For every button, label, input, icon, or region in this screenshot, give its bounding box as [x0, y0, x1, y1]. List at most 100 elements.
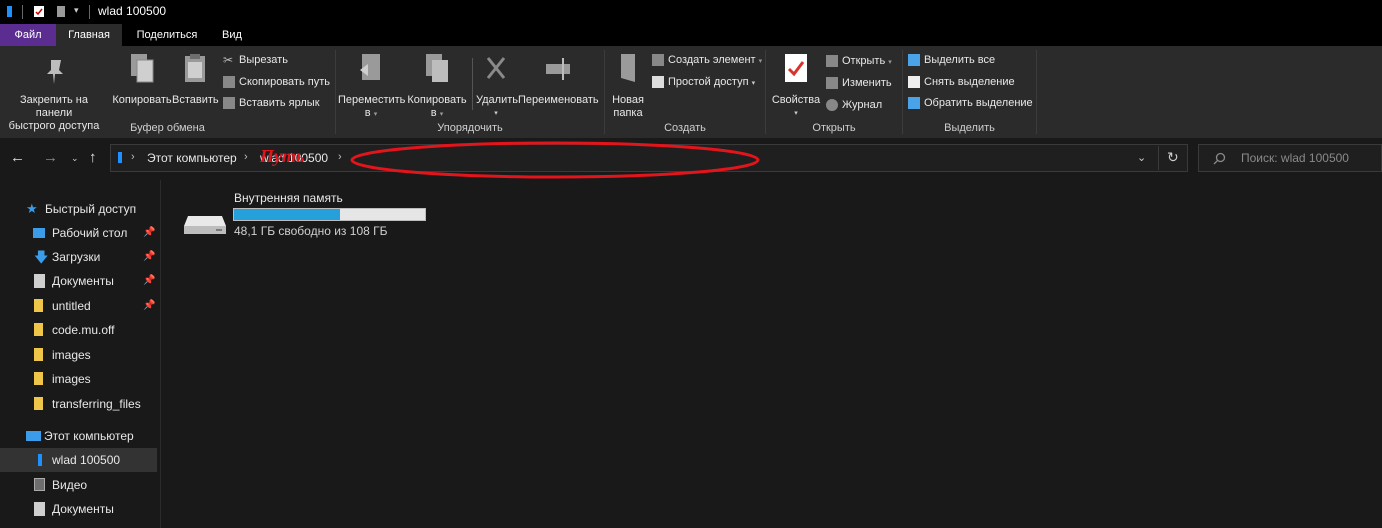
pin-icon[interactable]: 📌: [143, 245, 155, 269]
address-dropdown-chevron-icon[interactable]: ⌄: [1137, 151, 1146, 164]
invert-selection-button[interactable]: Обратить выделение: [908, 94, 1033, 112]
sidebar-item-videos[interactable]: Видео: [0, 473, 157, 497]
forward-arrow-icon[interactable]: →: [43, 149, 58, 166]
edit-button[interactable]: Изменить: [826, 74, 892, 92]
recent-locations-chevron-icon[interactable]: ⌄: [71, 153, 79, 164]
title-bar: ▾ wlad 100500: [0, 0, 1382, 24]
pin-icon[interactable]: 📌: [143, 269, 155, 293]
new-folder-icon: [621, 54, 635, 82]
star-icon: ★: [26, 201, 38, 216]
back-arrow-icon[interactable]: ←: [10, 149, 25, 166]
sidebar-item-folder[interactable]: untitled 📌: [0, 294, 157, 318]
copy-path-button[interactable]: Скопировать путь: [223, 73, 330, 91]
select-all-icon: [908, 54, 920, 67]
group-label-organize: Упорядочить: [437, 122, 503, 134]
drive-usage-fill: [234, 209, 340, 220]
properties-icon[interactable]: [33, 5, 45, 18]
copy-path-icon: [223, 76, 235, 89]
drive-name[interactable]: Внутренняя память: [234, 191, 343, 205]
sidebar-item-folder[interactable]: images: [0, 343, 157, 367]
breadcrumb-separator-icon[interactable]: ›: [131, 151, 135, 163]
sidebar-item-folder[interactable]: code.mu.off: [0, 318, 157, 342]
copy-button[interactable]: Копировать: [112, 52, 172, 107]
rename-button[interactable]: Переименовать: [518, 52, 599, 107]
history-label: Журнал: [842, 99, 883, 111]
tab-view[interactable]: Вид: [212, 24, 252, 46]
paste-shortcut-button[interactable]: Вставить ярлык: [223, 94, 320, 112]
select-none-button[interactable]: Снять выделение: [908, 73, 1015, 91]
new-folder-icon[interactable]: [55, 5, 67, 18]
folder-icon: [34, 323, 43, 336]
paste-button[interactable]: Вставить: [172, 52, 219, 107]
select-all-label: Выделить все: [924, 54, 996, 66]
sidebar-item-label: Документы: [52, 274, 114, 288]
sidebar-item-label: Документы: [52, 502, 114, 516]
sidebar-item-label: images: [52, 348, 91, 362]
sidebar-item-drive[interactable]: wlad 100500: [0, 448, 157, 472]
move-to-button[interactable]: Переместить в ▾: [338, 52, 406, 121]
sidebar-item-this-pc[interactable]: Этот компьютер: [0, 424, 157, 448]
properties-icon: [785, 54, 807, 82]
up-arrow-icon[interactable]: ↑: [89, 149, 97, 166]
copy-path-label: Скопировать путь: [239, 76, 330, 88]
drive-usage-bar: [233, 208, 426, 221]
edit-icon: [826, 77, 838, 90]
sidebar-item-downloads[interactable]: 🡇 Загрузки 📌: [0, 245, 157, 269]
explorer-icon: [7, 6, 12, 17]
computer-icon: [26, 431, 41, 441]
history-button[interactable]: Журнал: [826, 96, 882, 114]
tab-share[interactable]: Поделиться: [126, 24, 208, 46]
sidebar-item-label: wlad 100500: [52, 453, 121, 467]
paste-icon: [185, 54, 205, 82]
sidebar-item-desktop[interactable]: Рабочий стол 📌: [0, 221, 157, 245]
new-item-button[interactable]: Создать элемент ▾: [652, 51, 762, 69]
documents-icon: [34, 274, 45, 288]
open-button[interactable]: Открыть ▾: [826, 52, 892, 70]
rename-icon: [546, 58, 570, 80]
drive-icon[interactable]: [182, 210, 228, 236]
copy-to-label-line2: в: [430, 107, 437, 119]
documents-icon: [34, 502, 45, 516]
scissors-icon: ✂: [223, 53, 234, 68]
customize-qat-icon[interactable]: ▾: [74, 5, 79, 16]
path-annotation-text: Путь: [260, 146, 305, 166]
move-to-label-line1: Переместить: [338, 94, 406, 106]
folder-icon: [34, 397, 43, 410]
select-all-button[interactable]: Выделить все: [908, 51, 995, 69]
delete-button[interactable]: Удалить ▾: [476, 52, 518, 120]
sidebar-item-folder[interactable]: images: [0, 367, 157, 391]
sidebar-item-documents[interactable]: Документы: [0, 497, 157, 521]
properties-button[interactable]: Свойства ▾: [770, 52, 822, 120]
chevron-down-icon: ▾: [494, 110, 498, 117]
paste-label: Вставить: [172, 94, 219, 106]
sidebar-item-quick-access[interactable]: ★ Быстрый доступ: [0, 197, 157, 221]
breadcrumb-this-pc[interactable]: Этот компьютер: [147, 151, 237, 165]
sidebar-item-folder[interactable]: transferring_files: [0, 392, 157, 416]
pin-icon[interactable]: 📌: [143, 294, 155, 318]
sidebar-item-label: Видео: [52, 478, 88, 492]
tab-file[interactable]: Файл: [0, 24, 56, 46]
new-folder-button[interactable]: Новая папка: [608, 52, 648, 120]
drive-icon: [38, 454, 42, 466]
pin-label-line1: Закрепить на панели: [20, 94, 88, 119]
copy-to-button[interactable]: Копировать в ▾: [405, 52, 469, 121]
move-to-label-line2: в: [364, 107, 371, 119]
navigation-pane: ★ Быстрый доступ Рабочий стол 📌 🡇 Загруз…: [0, 180, 161, 528]
sidebar-item-label: transferring_files: [52, 397, 141, 411]
chevron-down-icon: ▾: [751, 80, 756, 87]
sidebar-item-label: images: [52, 372, 91, 386]
tab-home[interactable]: Главная: [56, 24, 122, 46]
desktop-icon: [33, 228, 45, 238]
sidebar-item-documents[interactable]: Документы 📌: [0, 269, 157, 293]
easy-access-button[interactable]: Простой доступ ▾: [652, 73, 755, 91]
new-item-label: Создать элемент: [668, 54, 756, 66]
divider: [472, 58, 473, 110]
refresh-icon[interactable]: ↻: [1167, 149, 1179, 166]
divider: [22, 5, 23, 19]
breadcrumb-separator-icon[interactable]: ›: [244, 151, 248, 163]
easy-access-label: Простой доступ: [668, 76, 749, 88]
sidebar-item-label: untitled: [52, 299, 91, 313]
pin-icon[interactable]: 📌: [143, 221, 155, 245]
cut-button[interactable]: ✂ Вырезать: [223, 51, 288, 69]
breadcrumb-separator-icon[interactable]: ›: [338, 151, 342, 163]
